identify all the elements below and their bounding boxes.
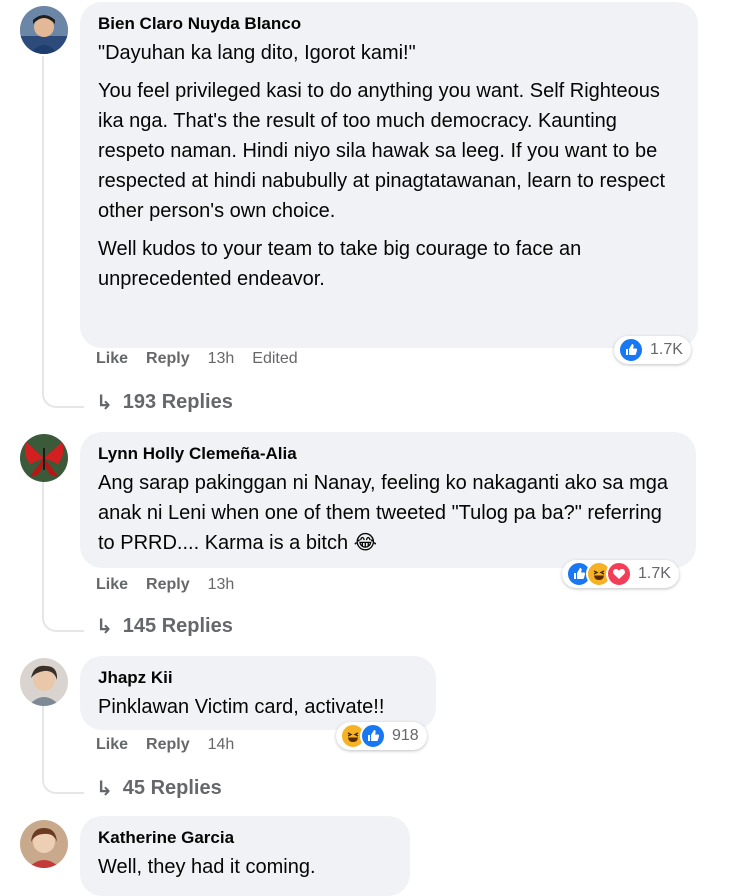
comment-author[interactable]: Lynn Holly Clemeña-Alia <box>98 444 674 464</box>
like-button[interactable]: Like <box>96 736 128 754</box>
comment-timestamp[interactable]: 13h <box>208 350 235 368</box>
reaction-count: 1.7K <box>638 565 671 582</box>
comment-actions: Like Reply 13h <box>96 576 234 594</box>
reply-button[interactable]: Reply <box>146 736 190 754</box>
replies-count: 145 Replies <box>122 615 233 637</box>
reaction-icons <box>340 723 386 749</box>
reply-button[interactable]: Reply <box>146 576 190 594</box>
like-button[interactable]: Like <box>96 576 128 594</box>
reply-arrow-icon: ↳ <box>96 778 113 800</box>
comment-text: Ang sarap pakinggan ni Nanay, feeling ko… <box>98 472 669 554</box>
avatar[interactable] <box>20 6 68 54</box>
reaction-summary[interactable]: 1.7K <box>614 336 691 364</box>
thread-elbow <box>42 770 84 794</box>
like-icon <box>360 723 386 749</box>
thread-elbow <box>42 384 84 408</box>
comment-text: Well, they had it coming. <box>98 856 316 878</box>
comment-text: Pinklawan Victim card, activate!! <box>98 696 385 718</box>
thread-line <box>42 482 44 610</box>
like-button[interactable]: Like <box>96 350 128 368</box>
comment-timestamp[interactable]: 14h <box>208 736 235 754</box>
thread-elbow <box>42 608 84 632</box>
avatar-image <box>20 820 68 868</box>
comment-actions: Like Reply 13h Edited <box>96 350 298 368</box>
comment-text: Well kudos to your team to take big cour… <box>98 238 582 290</box>
comment-bubble: Lynn Holly Clemeña-Alia Ang sarap paking… <box>80 432 696 568</box>
thread-line <box>42 56 44 386</box>
comment-bubble: Katherine Garcia Well, they had it comin… <box>80 816 410 896</box>
replies-count: 45 Replies <box>122 777 222 799</box>
thread-line <box>42 706 44 772</box>
avatar-image <box>20 6 68 54</box>
comment-author[interactable]: Jhapz Kii <box>98 668 418 688</box>
edited-label: Edited <box>252 350 298 367</box>
view-replies-button[interactable]: ↳ 145 Replies <box>96 614 233 639</box>
view-replies-button[interactable]: ↳ 45 Replies <box>96 776 222 801</box>
comment-actions: Like Reply 14h <box>96 736 234 754</box>
reaction-icons <box>566 561 632 587</box>
reaction-count: 1.7K <box>650 341 683 358</box>
reply-arrow-icon: ↳ <box>96 616 113 638</box>
replies-count: 193 Replies <box>122 391 233 413</box>
view-replies-button[interactable]: ↳ 193 Replies <box>96 390 233 415</box>
avatar[interactable] <box>20 434 68 482</box>
comment-text: "Dayuhan ka lang dito, Igorot kami!" <box>98 42 416 64</box>
reaction-icons <box>618 337 644 363</box>
comment-text: You feel privileged kasi to do anything … <box>98 80 666 222</box>
like-icon <box>618 337 644 363</box>
reply-button[interactable]: Reply <box>146 350 190 368</box>
avatar[interactable] <box>20 658 68 706</box>
comment-bubble: Jhapz Kii Pinklawan Victim card, activat… <box>80 656 436 730</box>
avatar-image <box>20 434 68 482</box>
love-icon <box>606 561 632 587</box>
comment-author[interactable]: Katherine Garcia <box>98 828 392 848</box>
avatar-image <box>20 658 68 706</box>
reply-arrow-icon: ↳ <box>96 392 113 414</box>
reaction-summary[interactable]: 918 <box>336 722 427 750</box>
comment-bubble: Bien Claro Nuyda Blanco "Dayuhan ka lang… <box>80 2 698 348</box>
reaction-summary[interactable]: 1.7K <box>562 560 679 588</box>
reaction-count: 918 <box>392 727 419 744</box>
comment-author[interactable]: Bien Claro Nuyda Blanco <box>98 14 680 34</box>
comment-timestamp[interactable]: 13h <box>208 576 235 594</box>
avatar[interactable] <box>20 820 68 868</box>
